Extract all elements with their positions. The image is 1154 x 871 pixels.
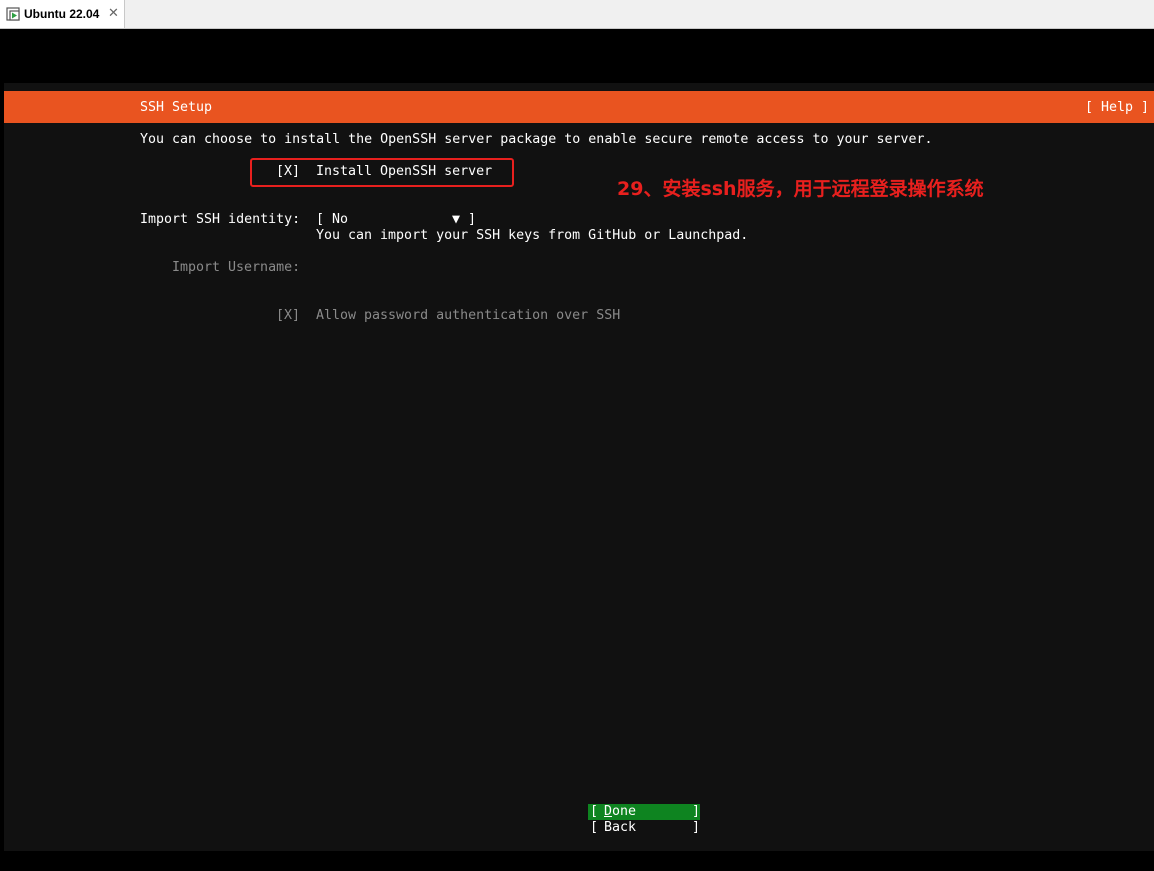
import-identity-help: You can import your SSH keys from GitHub… [316,228,749,243]
header-bar: SSH Setup [ Help ] [4,91,1154,123]
intro-text: You can choose to install the OpenSSH se… [140,132,933,147]
help-button[interactable]: [ Help ] [1085,100,1149,116]
back-close-bracket[interactable]: ] [692,820,700,836]
select-value[interactable]: No [332,212,348,228]
done-open-bracket[interactable]: [ [590,804,598,820]
tab-ubuntu[interactable]: Ubuntu 22.04 ✕ [0,0,125,28]
vm-play-icon [6,7,20,21]
done-close-bracket[interactable]: ] [692,804,700,820]
done-label-hotkey[interactable]: D [604,804,612,819]
done-button[interactable]: [ Done ] [588,804,700,820]
tab-bar: Ubuntu 22.04 ✕ [0,0,1154,29]
select-open-bracket[interactable]: [ [316,212,324,228]
done-label-rest[interactable]: one [612,804,636,819]
import-identity-label: Import SSH identity: [140,212,301,227]
chevron-down-icon[interactable]: ▼ [452,212,460,228]
installer-screen: SSH Setup [ Help ] You can choose to ins… [4,83,1154,851]
import-username-label: Import Username: [172,260,301,275]
allow-password-check-mark: [X] [276,308,301,323]
done-label[interactable]: Done [604,804,636,820]
page-title: SSH Setup [140,100,213,115]
annotation-text: 29、安装ssh服务，用于远程登录操作系统 [617,178,984,200]
annotation-highlight-box [250,158,514,187]
back-label[interactable]: Back [604,820,636,836]
back-open-bracket[interactable]: [ [590,820,598,836]
select-close-bracket[interactable]: ] [468,212,476,228]
close-icon[interactable]: ✕ [108,5,119,21]
tab-label: Ubuntu 22.04 [24,7,100,21]
allow-password-label: Allow password authentication over SSH [316,308,621,323]
